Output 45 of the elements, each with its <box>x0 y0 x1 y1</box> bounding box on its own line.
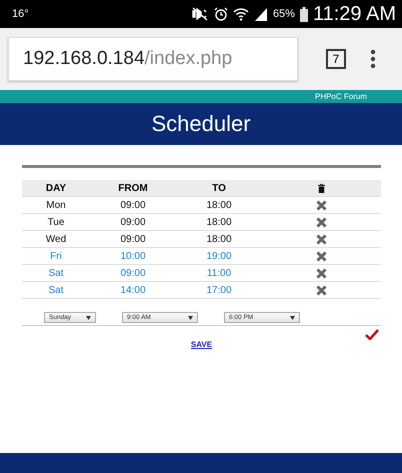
wifi-icon <box>232 7 249 21</box>
trash-icon <box>318 184 325 192</box>
column-header: DAY <box>44 182 68 194</box>
table-cell-text: Fri <box>49 250 63 262</box>
table-cell-text: Tue <box>46 216 66 228</box>
dropdown-arrow-icon <box>86 316 91 320</box>
checkmark-icon[interactable] <box>365 329 379 340</box>
tab-count-button[interactable]: 7 <box>326 49 346 69</box>
clock-time: 11:29 AM <box>312 2 396 26</box>
table-cell-text: 09:00 <box>119 216 147 228</box>
signal-icon <box>254 7 268 21</box>
delete-icon[interactable] <box>316 200 327 210</box>
table-cell-text: 10:00 <box>119 250 147 262</box>
table-cell-text: 19:00 <box>205 250 233 262</box>
address-bar[interactable]: 192.168.0.184/index.php <box>8 37 298 81</box>
table-cell-text: Mon <box>45 200 67 210</box>
battery-percent-text: 65% <box>272 8 295 20</box>
page-title: Scheduler <box>151 111 251 137</box>
dropdown-arrow-icon <box>290 316 295 320</box>
table-cell-text: 09:00 <box>119 268 147 278</box>
table-cell-text: 11:00 <box>206 268 232 278</box>
mute-icon <box>190 7 209 21</box>
table-cell-text: 09:00 <box>119 200 147 210</box>
menu-icon[interactable] <box>370 49 376 69</box>
table-cell-text: 14:00 <box>119 284 147 296</box>
table-cell-text: 09:00 <box>119 234 147 244</box>
table-cell-text: Sat <box>47 268 64 278</box>
delete-icon[interactable] <box>316 268 327 278</box>
table-cell-text: Wed <box>44 234 68 244</box>
alarm-icon <box>214 7 228 21</box>
table-cell-text: 18:00 <box>205 200 233 210</box>
delete-icon[interactable] <box>316 250 327 262</box>
table-cell-text: 18:00 <box>205 216 233 228</box>
column-header: FROM <box>117 182 149 194</box>
column-header: TO <box>211 182 227 194</box>
dropdown-arrow-icon <box>188 316 193 320</box>
delete-icon[interactable] <box>316 234 327 244</box>
temperature-text: 16° <box>12 8 29 20</box>
table-cell-text: 17:00 <box>205 284 233 296</box>
save-link[interactable]: SAVE <box>190 340 212 349</box>
table-cell-text: 18:00 <box>205 234 233 244</box>
battery-icon <box>300 6 308 22</box>
delete-icon[interactable] <box>316 216 327 228</box>
table-cell-text: Sat <box>47 284 64 296</box>
delete-icon[interactable] <box>316 284 327 296</box>
